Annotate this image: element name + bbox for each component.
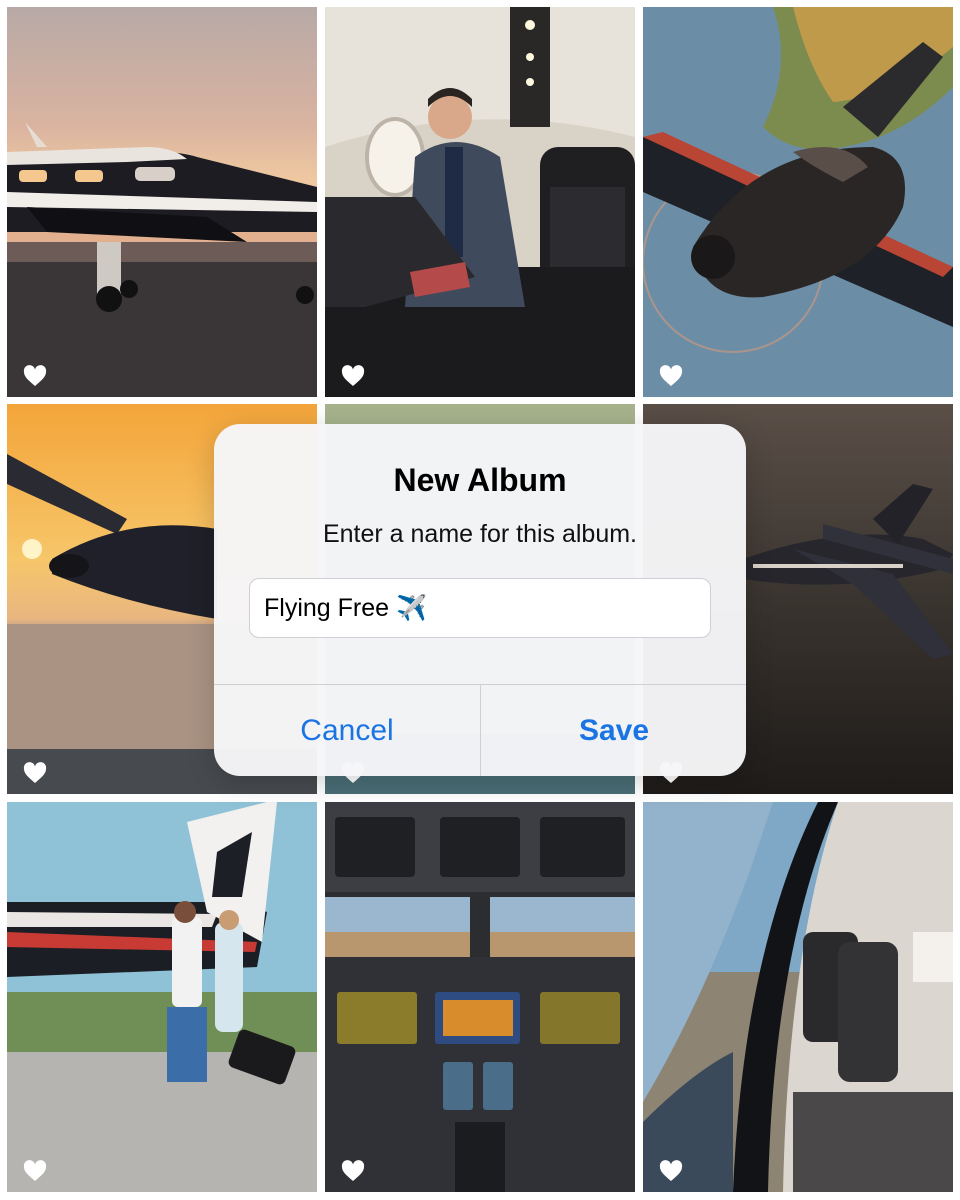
photo-tile[interactable] <box>643 802 953 1192</box>
photo-tile[interactable] <box>7 7 317 397</box>
heart-icon[interactable] <box>341 1160 365 1182</box>
photo-plane-over-coast <box>643 7 953 397</box>
new-album-dialog: New Album Enter a name for this album. C… <box>214 424 746 776</box>
heart-icon[interactable] <box>659 365 683 387</box>
heart-icon[interactable] <box>341 365 365 387</box>
photo-cockpit <box>325 802 635 1192</box>
cancel-button[interactable]: Cancel <box>214 685 480 776</box>
photo-tile[interactable] <box>325 802 635 1192</box>
photo-plane-on-tarmac <box>7 7 317 397</box>
photo-tile[interactable] <box>7 802 317 1192</box>
heart-icon[interactable] <box>23 762 47 784</box>
photo-cabin-interior <box>643 802 953 1192</box>
photo-tile[interactable] <box>643 7 953 397</box>
save-button[interactable]: Save <box>481 685 746 776</box>
photo-businessman-cabin <box>325 7 635 397</box>
photo-tile[interactable] <box>325 7 635 397</box>
heart-icon[interactable] <box>23 1160 47 1182</box>
dialog-message: Enter a name for this album. <box>322 520 638 548</box>
heart-icon[interactable] <box>23 365 47 387</box>
album-name-input[interactable] <box>249 578 711 638</box>
heart-icon[interactable] <box>659 1160 683 1182</box>
photo-couple-walking <box>7 802 317 1192</box>
dialog-title: New Album <box>393 462 567 498</box>
